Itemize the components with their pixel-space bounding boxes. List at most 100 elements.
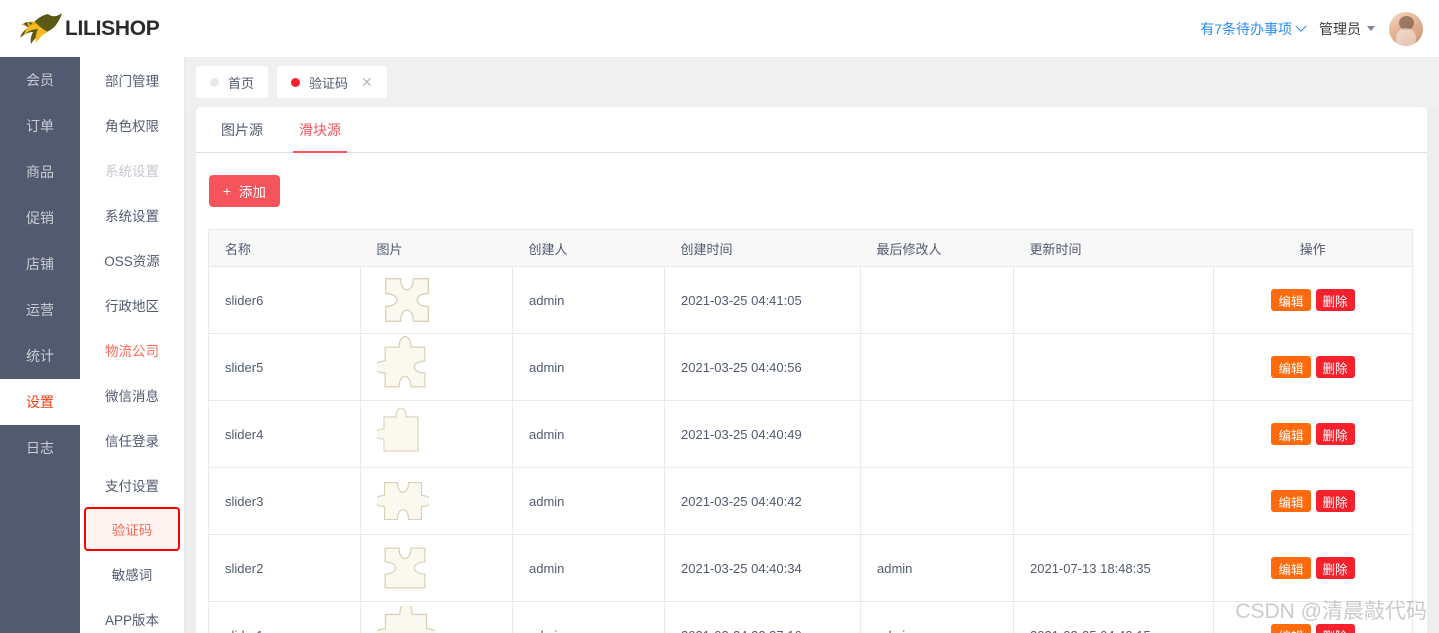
cell-modifier: admin xyxy=(860,601,1014,633)
cell-name: slider3 xyxy=(208,467,361,535)
puzzle-piece-2-icon xyxy=(377,539,512,597)
col-name: 名称 xyxy=(208,229,361,267)
tab-image-source[interactable]: 图片源 xyxy=(221,120,263,152)
nav-item-member[interactable]: 会员 xyxy=(0,57,80,103)
submenu-label: 验证码 xyxy=(111,523,153,538)
submenu-label: 角色权限 xyxy=(105,118,159,134)
nav-label: 订单 xyxy=(26,118,54,134)
submenu-label: 敏感词 xyxy=(111,567,153,583)
submenu-item-region[interactable]: 行政地区 xyxy=(80,282,184,327)
edit-button[interactable]: 编辑 xyxy=(1271,490,1311,512)
delete-button[interactable]: 删除 xyxy=(1315,624,1355,633)
delete-button[interactable]: 删除 xyxy=(1315,557,1355,579)
todo-dropdown[interactable]: 有7条待办事项 xyxy=(1200,19,1307,39)
tab-label: 滑块源 xyxy=(299,122,341,138)
page-tab-bar: 首页 验证码 ✕ xyxy=(185,57,1439,107)
submenu-item-wechat[interactable]: 微信消息 xyxy=(80,372,184,417)
nav-item-product[interactable]: 商品 xyxy=(0,149,80,195)
cell-updated-at: 2021-03-25 04:40:15 xyxy=(1013,601,1214,633)
nav-label: 设置 xyxy=(26,394,54,410)
puzzle-piece-5-icon xyxy=(377,336,512,398)
nav-label: 促销 xyxy=(26,210,54,226)
edit-button[interactable]: 编辑 xyxy=(1271,624,1311,633)
submenu-item-oss[interactable]: OSS资源 xyxy=(80,237,184,282)
submenu-item-department[interactable]: 部门管理 xyxy=(80,57,184,102)
cell-image xyxy=(360,467,513,535)
primary-nav: 会员 订单 商品 促销 店铺 运营 统计 设置 日志 xyxy=(0,57,80,633)
col-actions: 操作 xyxy=(1213,229,1413,267)
edit-button[interactable]: 编辑 xyxy=(1271,356,1311,378)
puzzle-piece-3-icon xyxy=(377,470,512,532)
submenu-item-trusted-login[interactable]: 信任登录 xyxy=(80,417,184,462)
submenu-item-payment[interactable]: 支付设置 xyxy=(80,462,184,507)
edit-button[interactable]: 编辑 xyxy=(1271,557,1311,579)
nav-label: 日志 xyxy=(26,440,54,456)
page-tab-label: 首页 xyxy=(228,75,255,91)
submenu-label: 部门管理 xyxy=(105,73,159,89)
nav-item-statistics[interactable]: 统计 xyxy=(0,333,80,379)
table-row: slider2 admin 2021-03-25 04:40:34 admin 2021… xyxy=(208,534,1413,602)
brand-logo[interactable]: LILISHOP xyxy=(0,0,185,57)
submenu-label: 支付设置 xyxy=(105,478,159,494)
table-row: slider1admin2021-03-24 22:37:16admin2021… xyxy=(208,601,1413,633)
submenu-item-role[interactable]: 角色权限 xyxy=(80,102,184,147)
col-updated-at: 更新时间 xyxy=(1013,229,1214,267)
plus-icon: + xyxy=(223,183,231,199)
cell-name: slider6 xyxy=(208,266,361,334)
nav-item-promotion[interactable]: 促销 xyxy=(0,195,80,241)
cell-creator: admin xyxy=(512,601,665,633)
submenu-group-system: 系统设置 xyxy=(80,147,184,192)
submenu-item-sensitive-words[interactable]: 敏感词 xyxy=(80,551,184,596)
secondary-nav: 部门管理 角色权限 系统设置 系统设置 OSS资源 行政地区 物流公司 微信消息… xyxy=(80,57,185,633)
cell-updated-at xyxy=(1013,333,1214,401)
avatar[interactable] xyxy=(1389,11,1423,46)
delete-button[interactable]: 删除 xyxy=(1315,490,1355,512)
submenu-label: 微信消息 xyxy=(105,388,159,404)
nav-label: 会员 xyxy=(26,72,54,88)
cell-name: slider4 xyxy=(208,400,361,468)
cell-actions: 编辑删除 xyxy=(1213,534,1413,602)
cell-image xyxy=(360,400,513,468)
tab-slider-source[interactable]: 滑块源 xyxy=(293,120,347,153)
cell-name: slider1 xyxy=(208,601,361,633)
delete-button[interactable]: 删除 xyxy=(1315,356,1355,378)
cell-updated-at xyxy=(1013,266,1214,334)
cell-name: slider2 xyxy=(208,534,361,602)
submenu-item-system-settings[interactable]: 系统设置 xyxy=(80,192,184,237)
edit-button[interactable]: 编辑 xyxy=(1271,289,1311,311)
nav-item-operation[interactable]: 运营 xyxy=(0,287,80,333)
col-creator: 创建人 xyxy=(512,229,665,267)
cell-image xyxy=(360,534,513,602)
table-row: slider3 admin 2021-03-25 04:40:42 编辑 删除 xyxy=(208,467,1413,535)
page-tab-home[interactable]: 首页 xyxy=(196,66,269,98)
cell-modifier xyxy=(860,333,1014,401)
submenu-item-app-version[interactable]: APP版本 xyxy=(80,596,184,633)
nav-item-order[interactable]: 订单 xyxy=(0,103,80,149)
close-icon[interactable]: ✕ xyxy=(361,75,373,89)
delete-button[interactable]: 删除 xyxy=(1315,289,1355,311)
nav-item-store[interactable]: 店铺 xyxy=(0,241,80,287)
submenu-label: 行政地区 xyxy=(105,298,159,314)
nav-label: 商品 xyxy=(26,164,54,180)
col-image: 图片 xyxy=(360,229,513,267)
add-button[interactable]: + 添加 xyxy=(209,175,280,207)
chevron-down-icon xyxy=(1295,20,1307,32)
nav-item-settings[interactable]: 设置 xyxy=(0,379,80,425)
delete-button[interactable]: 删除 xyxy=(1315,423,1355,445)
nav-label: 店铺 xyxy=(26,256,54,272)
cell-created-at: 2021-03-25 04:41:05 xyxy=(664,266,861,334)
submenu-label: 信任登录 xyxy=(105,433,159,449)
edit-button[interactable]: 编辑 xyxy=(1271,423,1311,445)
cell-creator: admin xyxy=(512,534,665,602)
nav-item-log[interactable]: 日志 xyxy=(0,425,80,471)
submenu-item-captcha[interactable]: 验证码 xyxy=(84,507,180,551)
submenu-item-logistics[interactable]: 物流公司 xyxy=(80,327,184,372)
cell-created-at: 2021-03-25 04:40:49 xyxy=(664,400,861,468)
cell-updated-at xyxy=(1013,400,1214,468)
cell-actions: 编辑删除 xyxy=(1213,467,1413,535)
cell-created-at: 2021-03-25 04:40:34 xyxy=(664,534,861,602)
user-menu[interactable]: 管理员 xyxy=(1319,19,1375,39)
page-tab-captcha[interactable]: 验证码 ✕ xyxy=(277,66,387,98)
cell-actions: 编辑删除 xyxy=(1213,333,1413,401)
status-dot-icon xyxy=(291,77,301,87)
